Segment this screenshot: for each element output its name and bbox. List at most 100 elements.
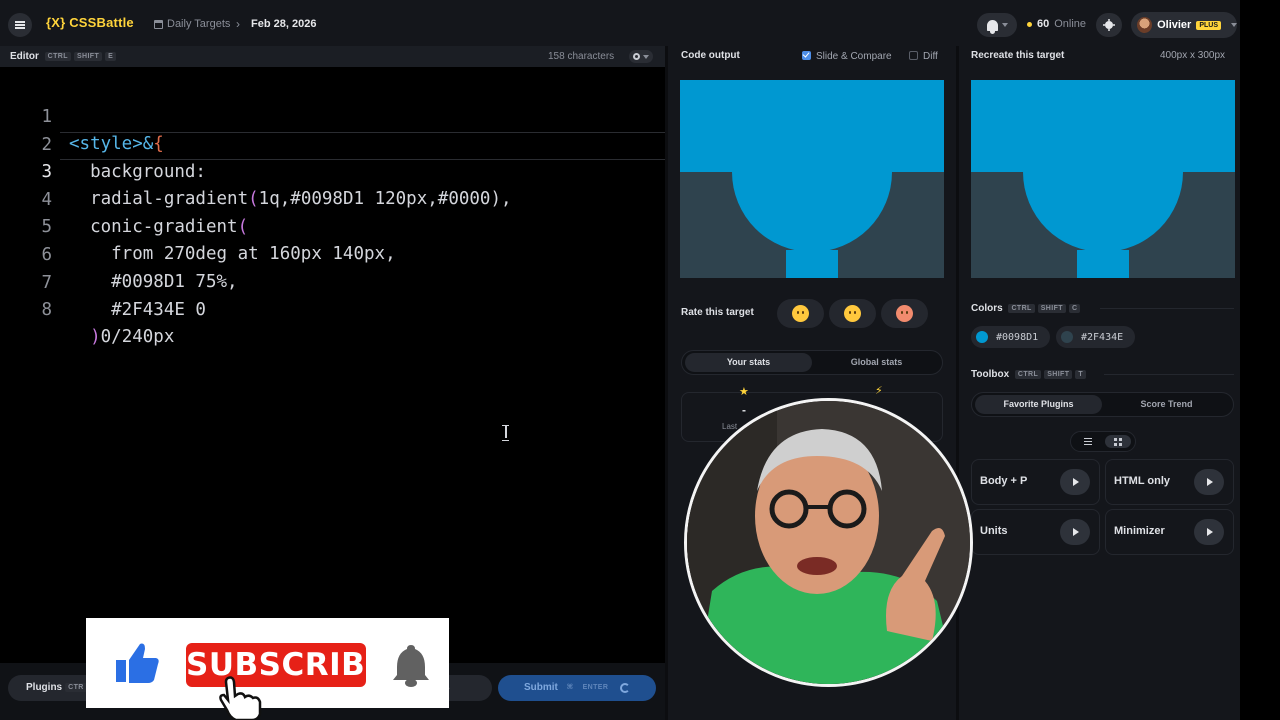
plugin-name: Units [980, 525, 1008, 537]
sun-icon [1105, 21, 1113, 29]
menu-button[interactable] [8, 13, 32, 37]
target-image[interactable] [971, 80, 1235, 278]
code-line[interactable]: 8 )0/240px [0, 270, 665, 347]
divider [1100, 308, 1234, 309]
view-toggle [1070, 431, 1136, 452]
chevron-down-icon [1001, 23, 1008, 27]
calendar-icon [154, 19, 163, 29]
tab-global-stats[interactable]: Global stats [813, 353, 940, 372]
avatar [1137, 17, 1153, 33]
color-swatch [1061, 331, 1073, 343]
slide-compare-checkbox[interactable]: Slide & Compare [802, 51, 892, 62]
sick-face-icon [896, 305, 913, 322]
code-line[interactable]: 3 radial-gradient(1q,#0098D1 120px,#0000… [0, 132, 665, 209]
plugin-name: HTML only [1114, 475, 1171, 487]
bell-icon [393, 645, 429, 687]
code-output-preview[interactable] [680, 80, 944, 278]
code-editor[interactable]: 1 <style>&{ 2 background: 3 radial-gradi… [0, 67, 666, 663]
kbd-key: T [1075, 370, 1087, 379]
kbd-key: CTRL [1014, 370, 1042, 379]
notifications-button[interactable] [977, 13, 1017, 37]
plugin-card-html-only[interactable]: HTML only [1105, 459, 1234, 505]
target-shape [1077, 250, 1129, 278]
hand-cursor-icon [219, 676, 262, 720]
target-size: 400px x 300px [1160, 50, 1226, 61]
colors-title: Colors CTRL SHIFT C [971, 303, 1081, 314]
webcam-overlay [684, 398, 973, 687]
code-token: 0/240px [100, 327, 175, 347]
list-icon [1084, 438, 1092, 445]
code-line[interactable]: 1 <style>&{ [0, 77, 665, 154]
user-name: Olivier [1157, 19, 1192, 31]
app-logo[interactable]: {X} CSSBattle [46, 15, 134, 30]
stats-tabs: Your stats Global stats [681, 350, 943, 375]
lightning-icon: ⚡ [875, 385, 883, 397]
diff-label: Diff [923, 51, 938, 62]
bell-icon [986, 19, 998, 34]
tab-favorite-plugins[interactable]: Favorite Plugins [975, 395, 1102, 414]
play-button[interactable] [1060, 469, 1090, 495]
plugin-name: Body + P [980, 475, 1028, 487]
rate-target-label: Rate this target [681, 307, 754, 318]
preview-shape [732, 92, 892, 252]
plugin-card-minimizer[interactable]: Minimizer [1105, 509, 1234, 555]
tab-your-stats[interactable]: Your stats [685, 353, 812, 372]
code-line[interactable]: 2 background: [0, 105, 665, 182]
slide-compare-label: Slide & Compare [816, 51, 892, 62]
sad-face-icon [844, 305, 861, 322]
color-hex: #0098D1 [996, 331, 1039, 343]
code-line[interactable]: 6 #0098D1 75%, [0, 215, 665, 292]
editor-title-label: Editor [10, 51, 39, 62]
breadcrumb-daily-targets[interactable]: Daily Targets [154, 18, 230, 30]
thumbs-up-icon [116, 643, 159, 683]
subscribe-button[interactable]: SUBSCRIBE [186, 643, 386, 687]
code-line[interactable]: 7 #2F434E 0 [0, 243, 665, 320]
checkbox-unchecked-icon [909, 51, 918, 60]
top-bar: {X} CSSBattle Daily Targets › Feb 28, 20… [0, 0, 1240, 46]
star-icon: ★ [739, 386, 749, 398]
submit-button[interactable]: Submit ⌘ ENTER [498, 675, 656, 701]
kbd-key: CTRL [44, 52, 71, 61]
target-shape [1023, 92, 1183, 252]
tab-score-trend[interactable]: Score Trend [1103, 395, 1230, 414]
stats-value: - [742, 403, 746, 417]
checkbox-checked-icon [802, 51, 811, 60]
user-menu-button[interactable]: Olivier PLUS [1131, 12, 1237, 38]
code-line[interactable]: 5 from 270deg at 160px 140px, [0, 187, 665, 264]
color-chip-slate[interactable]: #2F434E [1056, 326, 1135, 348]
chevron-down-icon [1231, 23, 1237, 27]
kbd-key: ENTER [582, 684, 609, 691]
code-line[interactable]: 4 conic-gradient( [0, 160, 665, 237]
editor-header: Editor CTRL SHIFT E 158 characters [0, 46, 665, 67]
grid-view-button[interactable] [1105, 435, 1131, 448]
plus-badge: PLUS [1196, 20, 1221, 30]
theme-toggle-button[interactable] [1096, 13, 1122, 37]
gear-icon [633, 53, 640, 60]
rate-sad-button[interactable] [829, 299, 876, 328]
kbd-key: E [105, 52, 117, 61]
play-button[interactable] [1194, 519, 1224, 545]
editor-settings-button[interactable] [629, 50, 653, 63]
chevron-down-icon [643, 54, 649, 59]
diff-checkbox[interactable]: Diff [909, 51, 938, 62]
rate-happy-button[interactable] [777, 299, 824, 328]
online-label: Online [1054, 18, 1087, 30]
smiley-icon [792, 305, 809, 322]
color-swatch [976, 331, 988, 343]
code-text: #2F434E 0 [69, 300, 206, 320]
line-number: 8 [41, 300, 52, 320]
kbd-key: ⌘ [566, 684, 574, 691]
plugin-card-body-p[interactable]: Body + P [971, 459, 1100, 505]
breadcrumb-label: Daily Targets [167, 18, 231, 30]
list-view-button[interactable] [1075, 435, 1101, 448]
play-button[interactable] [1060, 519, 1090, 545]
code-token: ) [90, 327, 101, 347]
play-button[interactable] [1194, 469, 1224, 495]
color-chip-blue[interactable]: #0098D1 [971, 326, 1050, 348]
rate-sick-button[interactable] [881, 299, 928, 328]
toolbox-tabs: Favorite Plugins Score Trend [971, 392, 1234, 417]
plugin-card-units[interactable]: Units [971, 509, 1100, 555]
kbd-key: SHIFT [1044, 370, 1073, 379]
toolbox-title-label: Toolbox [971, 369, 1010, 380]
